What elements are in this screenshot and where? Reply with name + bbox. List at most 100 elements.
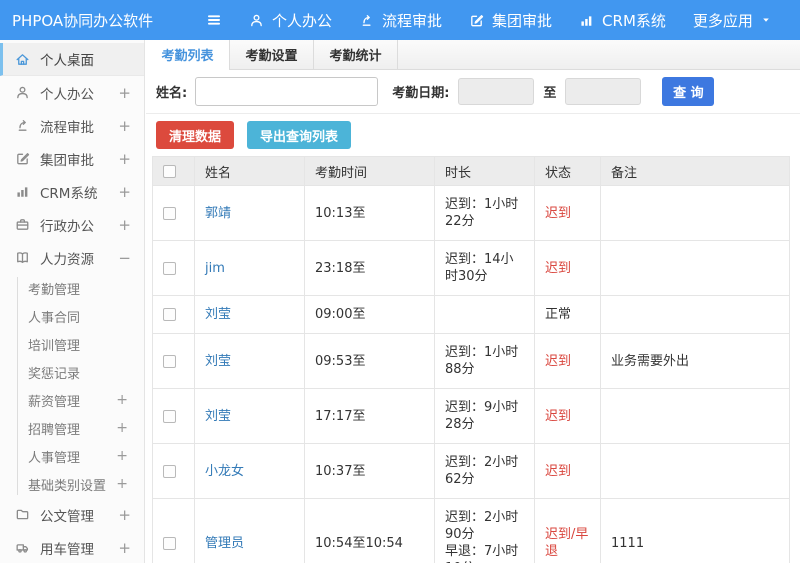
query-button[interactable]: 查 询 [662, 77, 715, 106]
nav-item-集团审批[interactable]: 集团审批 [469, 10, 552, 31]
select-all-cell [152, 156, 195, 186]
tab-attendance-stats[interactable]: 考勤统计 [314, 40, 398, 69]
time-cell: 10:37至 [304, 443, 435, 499]
row-checkbox[interactable] [163, 536, 176, 550]
export-list-button[interactable]: 导出查询列表 [247, 121, 352, 149]
table-row: 郭靖 10:13至 迟到：1小时22分 迟到 [152, 185, 790, 241]
header-nav: 个人办公 流程审批 集团审批 CRM系统 更多应用 [249, 10, 771, 31]
flow-icon [14, 118, 31, 133]
sidebar-subitem-hr-contract[interactable]: 人事合同 [0, 302, 144, 330]
tab-attendance-list[interactable]: 考勤列表 [146, 40, 230, 70]
sidebar-subitem-training[interactable]: 培训管理 [0, 330, 144, 358]
sidebar-item-label: 个人办公 [40, 86, 94, 103]
name-cell: 小龙女 [194, 443, 305, 499]
hamburger-icon [205, 12, 223, 28]
attendance-table: 姓名 考勤时间 时长 状态 备注 郭靖 10:13至 迟到：1小时22分 迟到 jim 23:18… [152, 156, 790, 563]
sidebar-subitem-rewards-records[interactable]: 奖惩记录 [0, 358, 144, 386]
sidebar-item-personal-office[interactable]: 个人办公 + [0, 76, 144, 109]
user-icon [14, 85, 31, 100]
sidebar-subitem-personnel[interactable]: 人事管理 + [0, 442, 144, 470]
row-checkbox[interactable] [163, 206, 176, 220]
sidebar-subitem-base-category[interactable]: 基础类别设置 + [0, 470, 144, 498]
sidebar-menu: 个人桌面个人办公 + 流程审批 + 集团审批 + CRM系统 + 行政办公 + 人力资源 − 考勤管理人… [0, 40, 145, 563]
employee-name-link[interactable]: 刘莹 [205, 409, 231, 424]
sidebar-item-label: 集团审批 [40, 152, 94, 169]
row-checkbox[interactable] [163, 308, 176, 321]
sidebar-subitem-recruitment[interactable]: 招聘管理 + [0, 414, 144, 442]
nav-item-CRM系统[interactable]: CRM系统 [579, 10, 666, 31]
row-checkbox[interactable] [163, 354, 176, 368]
expand-plus-icon: + [118, 149, 131, 168]
main-content: 考勤列表 考勤设置 考勤统计 姓名: 考勤日期: 至 查 询 清理数据 导出查询列表… [146, 40, 800, 563]
expand-plus-icon: + [118, 116, 131, 135]
sidebar-item-label: 用车管理 [40, 541, 94, 558]
duration-cell: 迟到：14小时30分 [434, 240, 535, 296]
employee-name-link[interactable]: 小龙女 [205, 464, 244, 479]
sidebar-item-label: 流程审批 [40, 119, 94, 136]
remark-cell: 1111 [600, 498, 790, 563]
flow-icon [359, 13, 374, 28]
sidebar-subitem-label: 人事合同 [28, 310, 81, 326]
time-cell: 23:18至 [304, 240, 435, 296]
top-header-bar: PHPOA协同办公软件 个人办公 流程审批 集团审批 CRM系统 更多应用 [0, 0, 800, 40]
menu-toggle-button[interactable] [205, 12, 223, 28]
sidebar-item-crm-system[interactable]: CRM系统 + [0, 175, 144, 208]
employee-name-link[interactable]: jim [205, 261, 225, 276]
clean-data-button[interactable]: 清理数据 [156, 121, 235, 149]
nav-item-个人办公[interactable]: 个人办公 [249, 10, 332, 31]
employee-name-link[interactable]: 刘莹 [205, 307, 231, 322]
sidebar-item-label: 个人桌面 [40, 53, 94, 69]
status-badge: 迟到/早退 [534, 498, 601, 563]
row-checkbox[interactable] [163, 464, 176, 478]
sidebar-item-vehicle-mgmt[interactable]: 用车管理 + [0, 531, 144, 563]
table-row: 刘莹 09:53至 迟到：1小时88分 迟到 业务需要外出 [152, 333, 790, 389]
duration-cell [434, 295, 535, 334]
row-checkbox-cell [152, 388, 195, 444]
remark-cell [600, 185, 790, 241]
tab-attendance-settings[interactable]: 考勤设置 [230, 40, 314, 69]
chart-icon [579, 13, 594, 28]
expand-plus-icon: + [116, 448, 128, 464]
employee-name-link[interactable]: 刘莹 [205, 354, 231, 369]
name-cell: 管理员 [194, 498, 305, 563]
edit-icon [469, 13, 484, 28]
row-checkbox-cell [152, 295, 195, 334]
employee-name-link[interactable]: 郭靖 [205, 206, 231, 221]
sidebar-subitem-salary[interactable]: 薪资管理 + [0, 386, 144, 414]
sidebar-item-label: 行政办公 [40, 218, 94, 235]
expand-plus-icon: + [118, 505, 131, 524]
row-checkbox[interactable] [163, 409, 176, 423]
column-header: 状态 [534, 156, 601, 186]
time-cell: 17:17至 [304, 388, 435, 444]
sidebar-subitem-attendance[interactable]: 考勤管理 [0, 274, 144, 302]
expand-plus-icon: + [118, 215, 131, 234]
action-toolbar: 清理数据 导出查询列表 [146, 114, 800, 156]
status-badge: 迟到 [534, 443, 601, 499]
duration-cell: 迟到：9小时28分 [434, 388, 535, 444]
nav-item-流程审批[interactable]: 流程审批 [359, 10, 442, 31]
table-header-row: 姓名 考勤时间 时长 状态 备注 [152, 156, 790, 186]
date-from-input[interactable] [458, 78, 535, 105]
row-checkbox-cell [152, 185, 195, 241]
employee-name-link[interactable]: 管理员 [205, 536, 244, 551]
nav-item-label: 流程审批 [382, 11, 443, 30]
sidebar-item-group-approval[interactable]: 集团审批 + [0, 142, 144, 175]
expand-plus-icon: + [118, 83, 131, 102]
sidebar-item-document-mgmt[interactable]: 公文管理 + [0, 498, 144, 531]
sidebar-item-human-resources[interactable]: 人力资源 − [0, 241, 144, 274]
sidebar-item-admin-office[interactable]: 行政办公 + [0, 208, 144, 241]
nav-item-label: 更多应用 [692, 11, 753, 30]
time-cell: 09:00至 [304, 295, 435, 334]
select-all-checkbox[interactable] [163, 164, 176, 178]
sidebar-item-workflow-approval[interactable]: 流程审批 + [0, 109, 144, 142]
sidebar-item-desktop[interactable]: 个人桌面 [0, 43, 144, 76]
row-checkbox[interactable] [163, 261, 176, 275]
name-input[interactable] [195, 77, 379, 106]
tab-bar: 考勤列表 考勤设置 考勤统计 [146, 40, 800, 70]
date-to-input[interactable] [565, 78, 642, 105]
chart-icon [14, 184, 31, 199]
sidebar-subitem-label: 考勤管理 [28, 282, 81, 298]
sidebar-subitem-label: 招聘管理 [28, 422, 81, 438]
nav-item-更多应用[interactable]: 更多应用 [693, 10, 771, 31]
column-header: 时长 [434, 156, 535, 186]
